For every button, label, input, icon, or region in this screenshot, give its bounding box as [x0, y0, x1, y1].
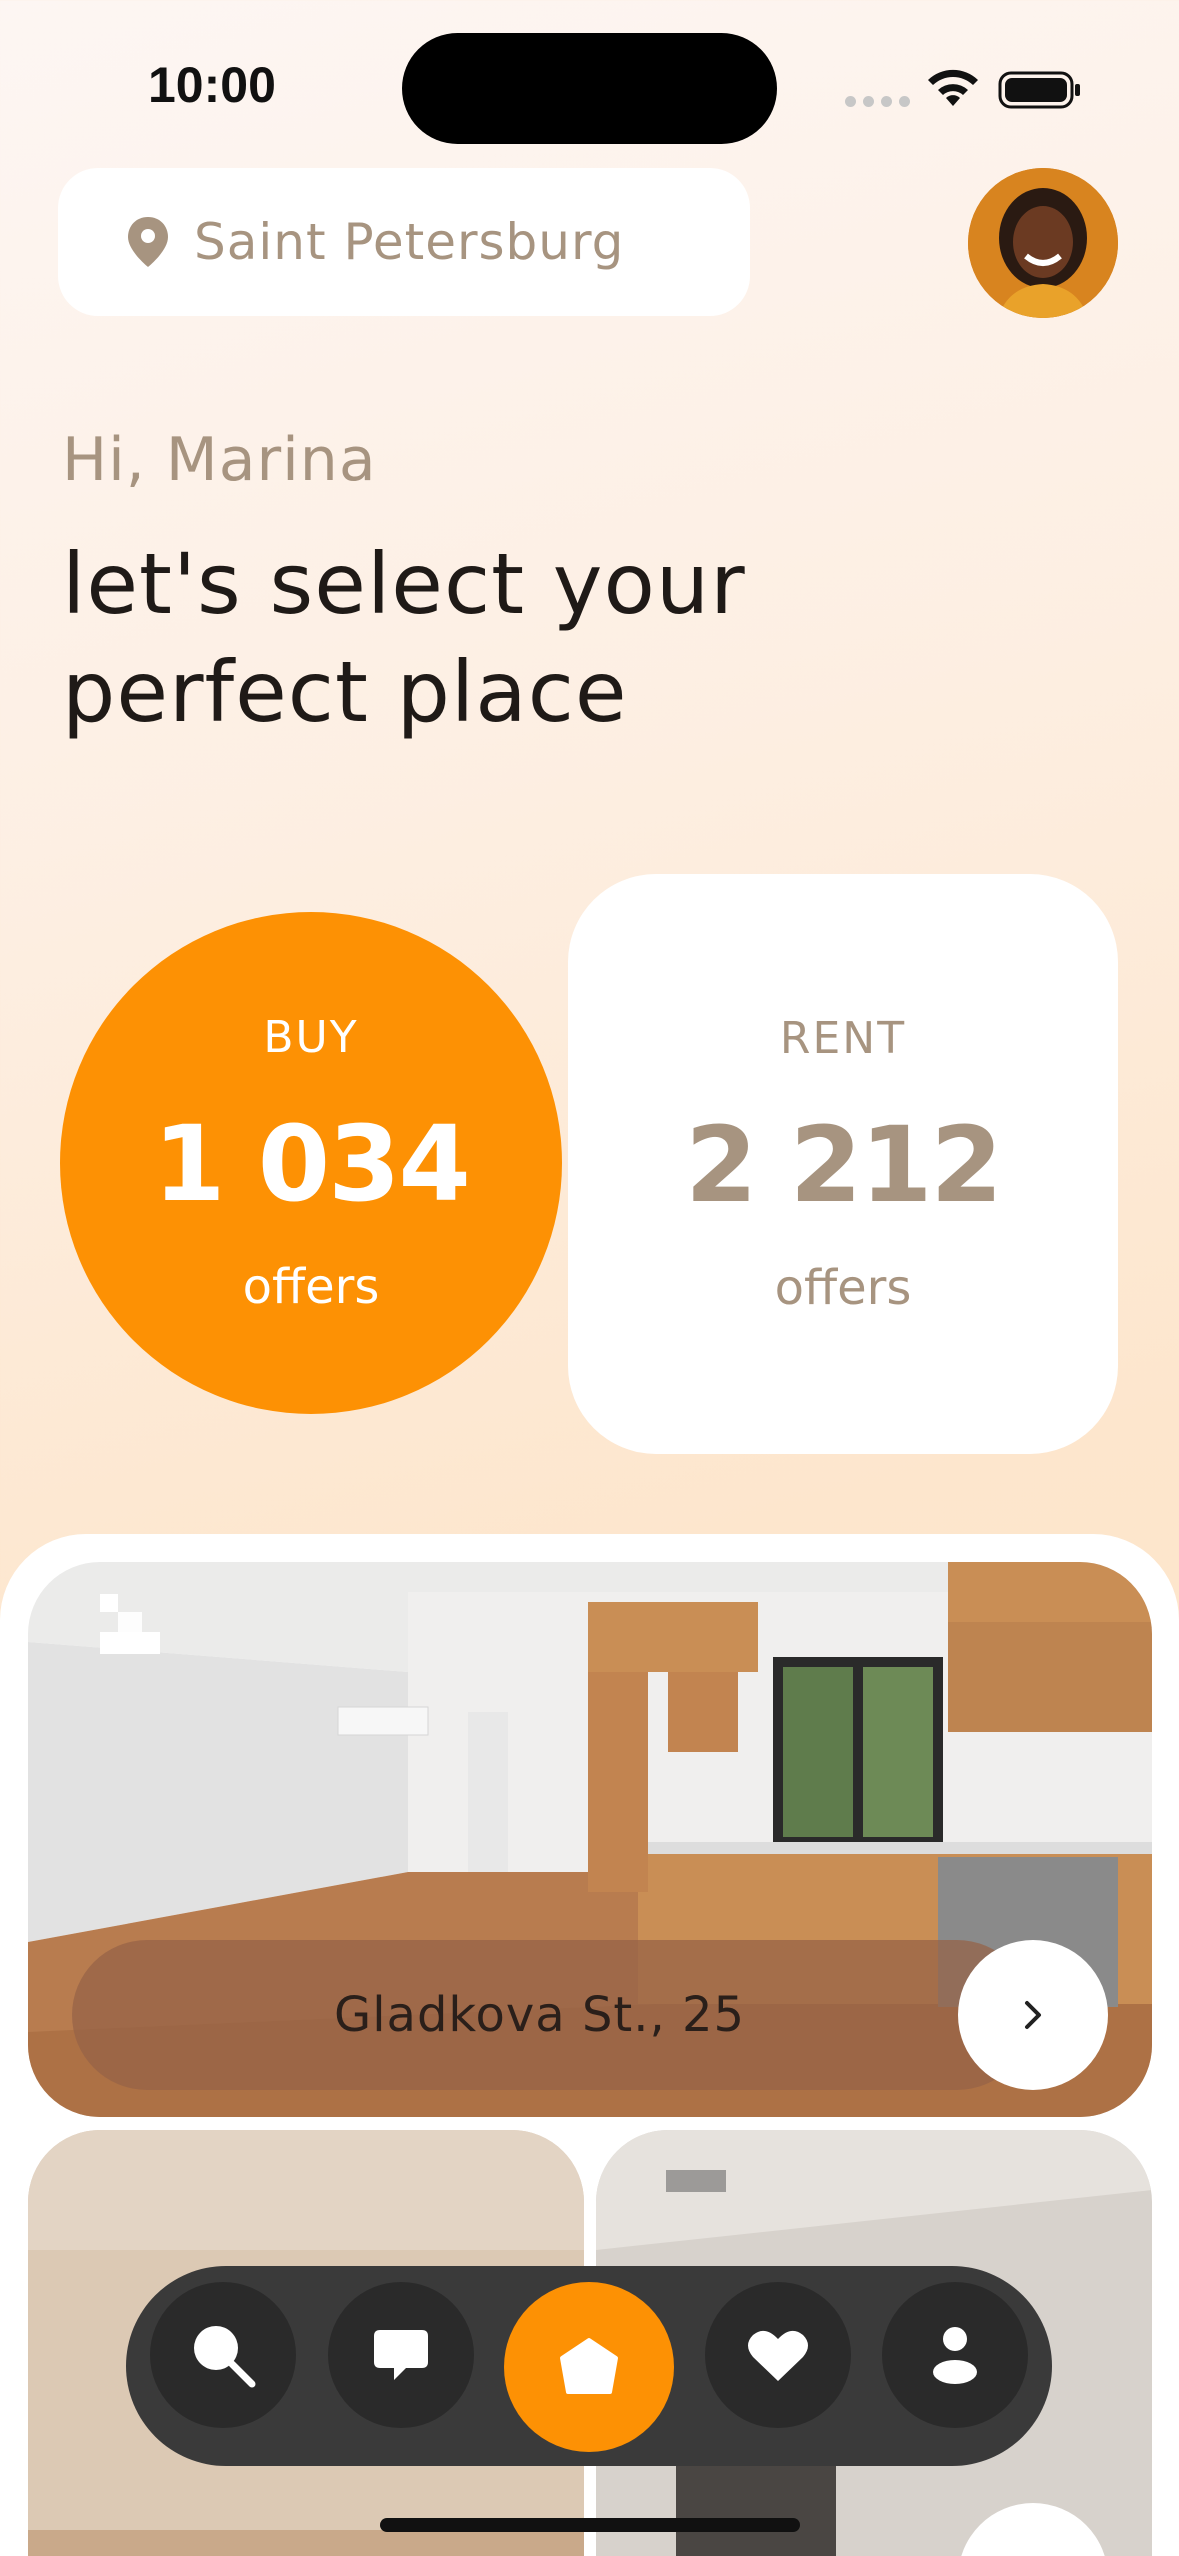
home-indicator: [380, 2518, 800, 2532]
headline-line-1: let's select your: [62, 535, 746, 633]
buy-offers-card[interactable]: BUY 1 034 offers: [60, 912, 562, 1414]
buy-unit: offers: [242, 1258, 380, 1315]
nav-chat-button[interactable]: [328, 2282, 474, 2428]
rent-offers-card[interactable]: RENT 2 212 offers: [568, 874, 1118, 1454]
chevron-right-icon: [1025, 2001, 1041, 2029]
rent-count: 2 212: [685, 1103, 1003, 1226]
avatar[interactable]: [968, 168, 1118, 318]
search-icon: [194, 2326, 256, 2388]
location-selector[interactable]: Saint Petersburg: [58, 168, 750, 316]
location-pin-icon: [128, 217, 168, 267]
chat-icon: [374, 2330, 428, 2380]
rent-unit: offers: [774, 1259, 912, 1316]
nav-favorites-button[interactable]: [705, 2282, 851, 2428]
open-listing-button[interactable]: [958, 1940, 1108, 2090]
nav-profile-button[interactable]: [882, 2282, 1028, 2428]
dynamic-island: [402, 33, 777, 144]
buy-label: BUY: [263, 1011, 359, 1063]
rent-label: RENT: [779, 1012, 907, 1064]
nav-home-button[interactable]: [504, 2282, 674, 2452]
status-time: 10:00: [148, 57, 276, 113]
listing-address-bar: Gladkova St., 25: [72, 1940, 1032, 2090]
brand-logo-icon: [100, 1594, 160, 1654]
home-icon: [560, 2338, 618, 2394]
page-title: let's select your perfect place: [62, 530, 962, 746]
profile-icon: [933, 2327, 977, 2384]
location-label: Saint Petersburg: [194, 213, 625, 271]
status-bar: 10:00: [0, 0, 1179, 170]
signal-icon: [845, 96, 910, 107]
listing-card[interactable]: Gladkova St., 25: [28, 1562, 1152, 2117]
listing-address: Gladkova St., 25: [334, 1987, 746, 2043]
avatar-image: [968, 168, 1118, 318]
headline-line-2: perfect place: [62, 643, 628, 741]
greeting: Hi, Marina: [62, 425, 377, 495]
buy-count: 1 034: [153, 1102, 471, 1225]
nav-search-button[interactable]: [150, 2282, 296, 2428]
battery-icon: [998, 71, 1080, 109]
wifi-icon: [928, 69, 978, 106]
heart-icon: [748, 2330, 808, 2381]
